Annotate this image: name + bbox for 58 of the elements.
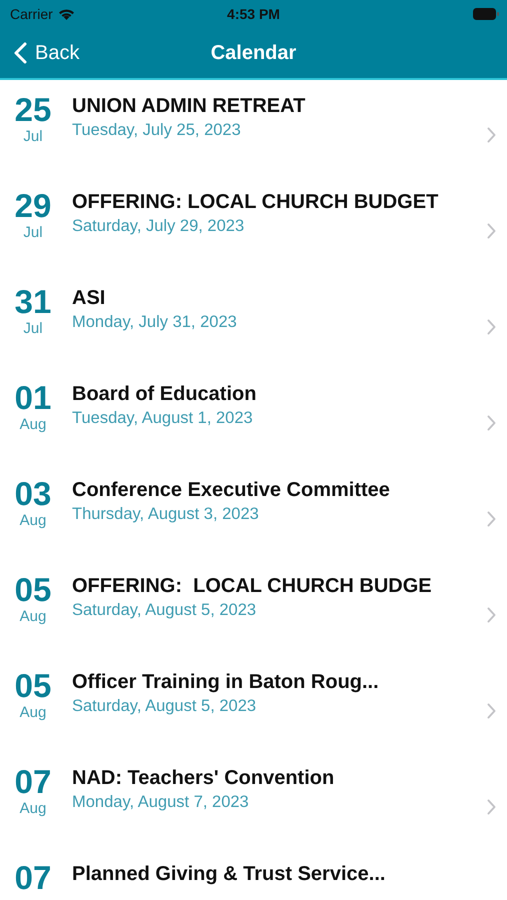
event-month: Jul — [23, 128, 43, 146]
screen-title: Calendar — [210, 42, 296, 64]
event-date: Monday, July 31, 2023 — [72, 312, 237, 333]
event-day: 07 — [14, 861, 52, 895]
event-row[interactable]: 07 Planned Giving & Trust Service... — [0, 848, 507, 900]
event-title: Planned Giving & Trust Service... — [72, 862, 386, 887]
event-day: 05 — [14, 669, 52, 703]
event-title: UNION ADMIN RETREAT — [72, 94, 306, 119]
event-row[interactable]: 01 Aug Board of Education Tuesday, August 1, 2023 — [0, 368, 507, 464]
back-button[interactable]: Back — [14, 42, 80, 64]
event-day: 25 — [14, 93, 52, 127]
event-date: Thursday, August 3, 2023 — [72, 504, 259, 525]
event-date: Tuesday, August 1, 2023 — [72, 408, 253, 429]
carrier-label: Carrier — [10, 6, 53, 22]
event-row[interactable]: 05 Aug OFFERING: LOCAL CHURCH BUDGE Saturday, August 5, 2023 — [0, 560, 507, 656]
event-row[interactable]: 29 Jul OFFERING: LOCAL CHURCH BUDGET Saturday, July 29, 2023 — [0, 176, 507, 272]
event-title: Board of Education — [72, 382, 256, 407]
event-month: Aug — [20, 704, 46, 722]
event-month: Aug — [20, 608, 46, 626]
event-row[interactable]: 05 Aug Officer Training in Baton Roug... Saturday, August 5, 2023 — [0, 656, 507, 752]
chevron-right-icon — [486, 318, 496, 334]
event-title: NAD: Teachers' Convention — [72, 766, 334, 791]
chevron-right-icon — [486, 414, 496, 430]
event-row[interactable]: 03 Aug Conference Executive Committee Thursday, August 3, 2023 — [0, 464, 507, 560]
event-day: 05 — [14, 573, 52, 607]
event-row[interactable]: 25 Jul UNION ADMIN RETREAT Tuesday, July 25, 2023 — [0, 80, 507, 176]
chevron-right-icon — [486, 606, 496, 622]
event-date: Tuesday, July 25, 2023 — [72, 120, 241, 141]
event-date: Monday, August 7, 2023 — [72, 792, 249, 813]
battery-icon — [473, 8, 499, 20]
event-title: Conference Executive Committee — [72, 478, 390, 503]
event-date: Saturday, August 5, 2023 — [72, 696, 256, 717]
event-month: Aug — [20, 512, 46, 530]
event-day: 29 — [14, 189, 52, 223]
event-title: OFFERING: LOCAL CHURCH BUDGET — [72, 190, 438, 215]
chevron-right-icon — [486, 126, 496, 142]
chevron-right-icon — [486, 702, 496, 718]
event-day: 03 — [14, 477, 52, 511]
event-day: 31 — [14, 285, 52, 319]
event-month: Aug — [20, 416, 46, 434]
chevron-right-icon — [486, 510, 496, 526]
event-title: Officer Training in Baton Roug... — [72, 670, 379, 695]
event-title: OFFERING: LOCAL CHURCH BUDGE — [72, 574, 432, 599]
event-title: ASI — [72, 286, 106, 311]
event-month: Jul — [23, 320, 43, 338]
event-month: Jul — [23, 224, 43, 242]
event-month: Aug — [20, 800, 46, 818]
event-day: 07 — [14, 765, 52, 799]
chevron-right-icon — [486, 798, 496, 814]
event-day: 01 — [14, 381, 52, 415]
event-row[interactable]: 31 Jul ASI Monday, July 31, 2023 — [0, 272, 507, 368]
chevron-left-icon — [14, 42, 27, 64]
event-date: Saturday, July 29, 2023 — [72, 216, 244, 237]
chevron-right-icon — [486, 222, 496, 238]
status-time: 4:53 PM — [227, 6, 280, 22]
event-row[interactable]: 07 Aug NAD: Teachers' Convention Monday, August 7, 2023 — [0, 752, 507, 848]
wifi-icon — [58, 8, 75, 20]
event-date: Saturday, August 5, 2023 — [72, 600, 256, 621]
